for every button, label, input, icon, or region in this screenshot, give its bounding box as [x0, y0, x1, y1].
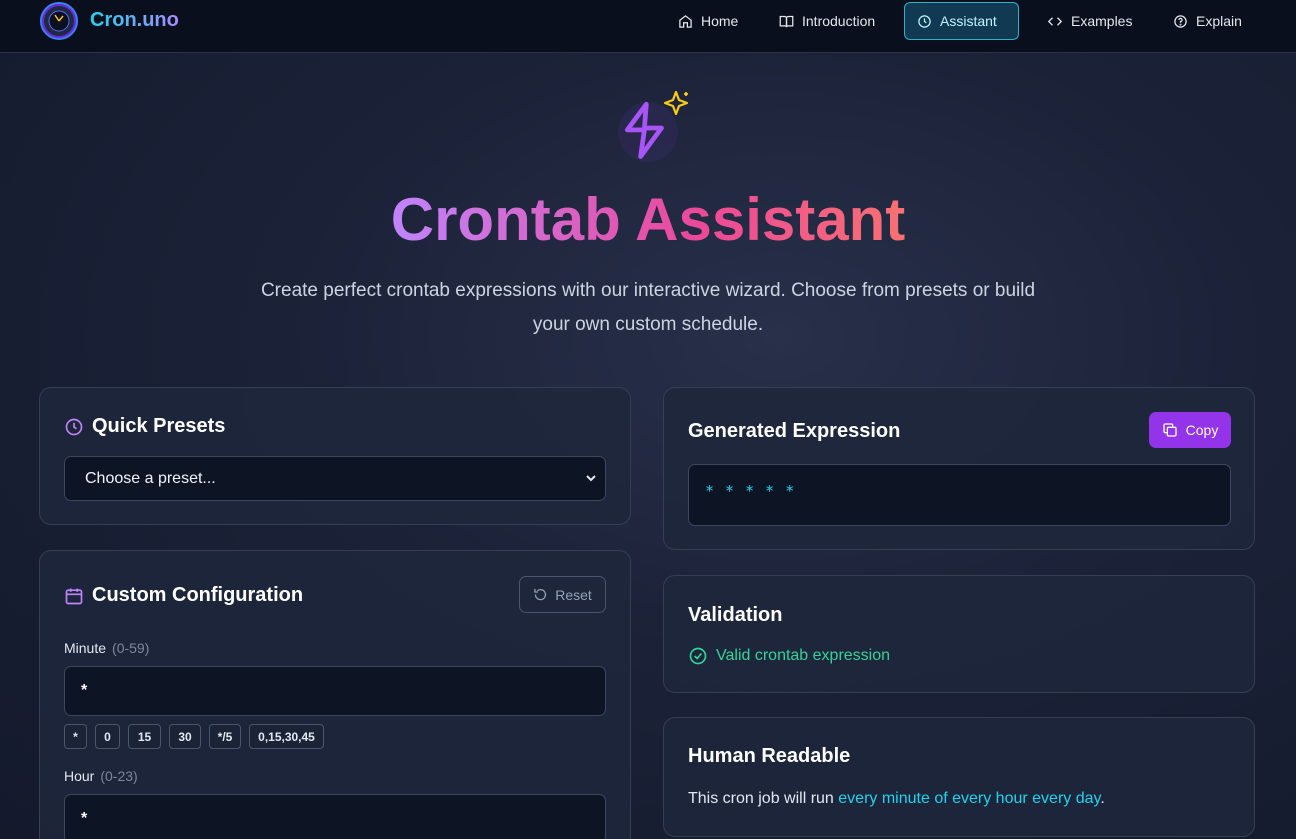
logo-clock-icon[interactable] [40, 2, 78, 40]
custom-configuration-title: Custom Configuration [64, 584, 303, 607]
expression-output[interactable]: * * * * * [688, 464, 1231, 526]
generated-expression-title: Generated Expression [688, 420, 901, 442]
quick-presets-title: Quick Presets [64, 415, 225, 438]
book-icon [779, 15, 794, 27]
clock-icon [65, 418, 83, 435]
hour-input[interactable]: * [64, 794, 606, 839]
nav-introduction[interactable]: Introduction [767, 2, 887, 40]
minute-label: Minute (0-59) [64, 640, 150, 656]
copy-label: Copy [1185, 422, 1219, 438]
copy-icon [1162, 423, 1177, 437]
preset-select-value: Choose a preset... [85, 469, 216, 487]
custom-configuration-card: Custom Configuration Reset Minute (0-59) … [39, 550, 631, 839]
nav-explain-label: Explain [1196, 13, 1242, 29]
reset-button[interactable]: Reset [519, 576, 606, 613]
minute-input[interactable]: * [64, 666, 606, 716]
readable-prefix: This cron job will run [688, 790, 839, 807]
nav-assistant-label: Assistant [940, 13, 997, 29]
help-circle-icon [1174, 14, 1187, 28]
clock-icon [918, 14, 931, 28]
chevron-down-icon [586, 475, 596, 482]
minute-chip[interactable]: * [64, 724, 87, 749]
nav-examples-label: Examples [1071, 13, 1133, 29]
validation-status: Valid crontab expression [688, 646, 890, 666]
copy-button[interactable]: Copy [1149, 412, 1231, 448]
minute-chips: * 0 15 30 */5 0,15,30,45 [64, 724, 324, 749]
validation-card: Validation Valid crontab expression [663, 575, 1255, 693]
reset-label: Reset [555, 586, 592, 603]
minute-chip[interactable]: */5 [209, 724, 241, 749]
human-readable-title: Human Readable [688, 745, 851, 767]
minute-chip[interactable]: 15 [128, 724, 161, 749]
nav-assistant[interactable]: Assistant [904, 2, 1019, 40]
readable-suffix: . [1100, 790, 1105, 807]
code-icon [1047, 16, 1063, 26]
human-readable-card: Human Readable This cron job will run ev… [663, 717, 1255, 837]
calendar-icon [65, 588, 83, 604]
brand-name[interactable]: Cron.uno [90, 9, 179, 32]
generated-expression-card: Generated Expression Copy * * * * * [663, 387, 1255, 550]
nav-explain[interactable]: Explain [1161, 2, 1254, 40]
minute-chip[interactable]: 30 [169, 724, 201, 749]
page-subtitle: Create perfect crontab expressions with … [260, 280, 1036, 335]
readable-highlight: every minute of every hour every day [838, 790, 1101, 807]
minute-chip[interactable]: 0,15,30,45 [249, 724, 324, 749]
validation-title: Validation [688, 604, 783, 626]
nav-home-label: Home [701, 13, 739, 29]
quick-presets-card: Quick Presets Choose a preset... [39, 387, 631, 525]
human-readable-text: This cron job will run every minute of e… [688, 790, 1105, 808]
check-circle-icon [689, 647, 707, 665]
preset-select[interactable]: Choose a preset... [64, 456, 606, 501]
nav-home[interactable]: Home [666, 2, 750, 40]
nav-introduction-label: Introduction [802, 13, 876, 29]
rotate-ccw-icon [534, 588, 547, 601]
zap-sparkles-icon [618, 90, 689, 162]
home-icon [679, 14, 692, 28]
nav-examples[interactable]: Examples [1035, 2, 1144, 40]
validation-message: Valid crontab expression [716, 647, 891, 664]
top-navbar: Cron.uno Home Introduction Assistant Exa… [0, 0, 1296, 53]
hour-label: Hour (0-23) [64, 768, 138, 784]
page-title: Crontab Assistant [390, 186, 906, 253]
minute-chip[interactable]: 0 [95, 724, 120, 749]
